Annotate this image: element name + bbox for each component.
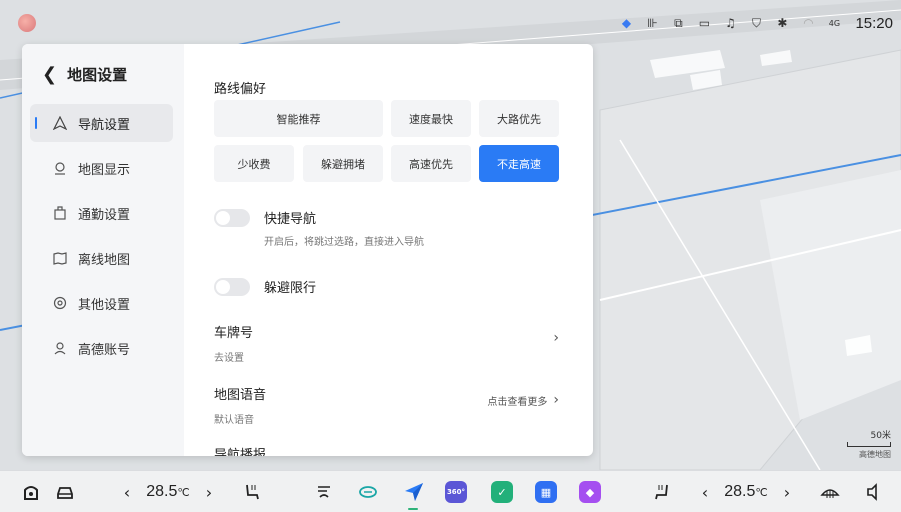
panel-title: 地图设置 (67, 66, 128, 84)
signal-icon: 4G (828, 18, 841, 28)
map-brand: 高德地图 (859, 450, 891, 459)
back-icon[interactable]: ❮ (42, 64, 57, 85)
settings-content: 路线偏好 智能推荐 速度最快 大路优先 少收费 躲避拥堵 高速优先 不走高速 快… (212, 44, 572, 456)
bell-icon: ♫ (725, 16, 736, 30)
map-pin-icon (52, 160, 68, 176)
avoid-restriction-toggle[interactable] (214, 278, 250, 296)
app-avatar-icon[interactable] (18, 14, 36, 32)
home-icon[interactable] (18, 479, 44, 505)
map-voice-sub: 默认语音 (214, 415, 254, 426)
map-scale: 50米 高德地图 (847, 428, 891, 460)
screen-cast-icon: ⧉ (674, 15, 683, 30)
check-app-icon[interactable]: ✓ (490, 479, 514, 505)
plate-number-sub: 去设置 (214, 353, 244, 364)
right-temp-unit: ℃ (755, 486, 768, 499)
grid-app-icon[interactable]: ▦ (534, 479, 558, 505)
user-icon (52, 340, 68, 356)
map-voice-row[interactable]: 地图语音 默认语音 点击查看更多 › (214, 384, 559, 426)
status-time: 15:20 (855, 14, 893, 32)
left-temp-unit: ℃ (177, 486, 190, 499)
back-row[interactable]: ❮ 地图设置 (42, 64, 127, 85)
camera-icon: ▭ (698, 16, 711, 30)
offline-map-icon (52, 250, 68, 266)
plate-number-right: › (553, 330, 559, 346)
media-glyph-icon: ◆ (579, 481, 601, 503)
pref-less-toll-button[interactable]: 少收费 (214, 145, 294, 182)
settings-nav: 导航设置 地图显示 通勤设置 离线地图 其他设置 高德账号 (30, 104, 173, 374)
grid-glyph-icon: ▦ (535, 481, 557, 503)
fan-icon[interactable] (312, 479, 336, 505)
left-temp-value: 28.5 (146, 483, 178, 500)
nav-broadcast-title: 导航播报 (214, 448, 267, 456)
status-icons: ◆ ⊪ ⧉ ▭ ♫ ⛉ ✱ ◠ 4G 15:20 (613, 12, 893, 34)
plate-number-row[interactable]: 车牌号 去设置 › (214, 322, 559, 364)
nav-item-label: 地图显示 (78, 162, 131, 178)
bluetooth-icon: ✱ (777, 16, 788, 30)
active-app-indicator (408, 508, 418, 510)
navigation-app-icon[interactable] (402, 479, 426, 505)
recirculation-icon[interactable] (356, 479, 380, 505)
nav-item-navigation-settings[interactable]: 导航设置 (30, 104, 173, 142)
gear-icon (52, 295, 68, 311)
nav-item-label: 离线地图 (78, 252, 131, 268)
nav-item-label: 导航设置 (78, 117, 131, 133)
avoid-restriction-row: 躲避限行 (214, 277, 316, 296)
nav-item-offline-map[interactable]: 离线地图 (30, 239, 173, 277)
quick-nav-toggle[interactable] (214, 209, 250, 227)
right-temp-value: 28.5 (724, 483, 756, 500)
pref-avoid-highway-button[interactable]: 不走高速 (479, 145, 559, 182)
map-settings-panel: ❮ 地图设置 导航设置 地图显示 通勤设置 离线地图 其他设置 高德账号 路线偏… (22, 44, 593, 456)
pref-avoid-congestion-button[interactable]: 躲避拥堵 (303, 145, 383, 182)
route-pref-title: 路线偏好 (214, 82, 267, 97)
location-arrow-icon: ◆ (621, 16, 632, 30)
seat-heat-right-icon[interactable] (650, 479, 674, 505)
left-temp-down-icon[interactable]: ‹ (120, 479, 134, 505)
chevron-right-icon: › (553, 330, 559, 346)
nav-item-amap-account[interactable]: 高德账号 (30, 329, 173, 367)
media-app-icon[interactable]: ◆ (578, 479, 602, 505)
nav-item-label: 高德账号 (78, 342, 131, 358)
pref-highway-first-button[interactable]: 高速优先 (391, 145, 471, 182)
scale-bar (847, 442, 891, 447)
commute-icon (52, 205, 68, 221)
360-camera-app-icon[interactable]: 360° (444, 479, 468, 505)
volume-icon[interactable] (862, 479, 886, 505)
pref-fastest-button[interactable]: 速度最快 (391, 100, 471, 137)
nav-item-map-display[interactable]: 地图显示 (30, 149, 173, 187)
settings-sidebar: ❮ 地图设置 导航设置 地图显示 通勤设置 离线地图 其他设置 高德账号 (22, 44, 184, 456)
nav-item-label: 通勤设置 (78, 207, 131, 223)
navigation-icon (52, 115, 68, 131)
check-glyph-icon: ✓ (491, 481, 513, 503)
right-temp-down-icon[interactable]: ‹ (698, 479, 712, 505)
pref-main-roads-button[interactable]: 大路优先 (479, 100, 559, 137)
right-temperature: 28.5 ℃ (720, 479, 772, 505)
vibrate-icon: ⊪ (647, 16, 658, 30)
status-bar: ◆ ⊪ ⧉ ▭ ♫ ⛉ ✱ ◠ 4G 15:20 (0, 0, 901, 44)
avoid-restriction-title: 躲避限行 (264, 281, 317, 296)
map-voice-more[interactable]: 点击查看更多 › (487, 392, 559, 408)
quick-nav-desc: 开启后，将跳过选路，直接进入导航 (264, 237, 424, 248)
map-voice-more-label: 点击查看更多 (487, 396, 548, 408)
nav-item-other-settings[interactable]: 其他设置 (30, 284, 173, 322)
left-temperature: 28.5 ℃ (142, 479, 194, 505)
shield-icon: ⛉ (751, 15, 761, 30)
wifi-icon: ◠ (803, 16, 814, 30)
360-camera-label: 360° (445, 481, 467, 503)
bottom-dock: ‹ 28.5 ℃ › 360° ✓ ▦ ◆ ‹ 28.5 ℃ › (0, 470, 901, 512)
defrost-icon[interactable] (818, 479, 842, 505)
nav-broadcast-row[interactable]: 导航播报 (214, 444, 559, 456)
plate-number-title: 车牌号 (214, 326, 254, 341)
nav-item-commute-settings[interactable]: 通勤设置 (30, 194, 173, 232)
chevron-right-icon: › (553, 392, 559, 408)
car-icon[interactable] (52, 479, 78, 505)
seat-heat-left-icon[interactable] (240, 479, 264, 505)
quick-nav-row: 快捷导航 开启后，将跳过选路，直接进入导航 (214, 208, 424, 248)
left-temp-up-icon[interactable]: › (202, 479, 216, 505)
scale-label: 50米 (870, 431, 891, 441)
right-temp-up-icon[interactable]: › (780, 479, 794, 505)
pref-smart-recommend-button[interactable]: 智能推荐 (214, 100, 383, 137)
quick-nav-title: 快捷导航 (264, 212, 317, 227)
nav-item-label: 其他设置 (78, 297, 131, 313)
